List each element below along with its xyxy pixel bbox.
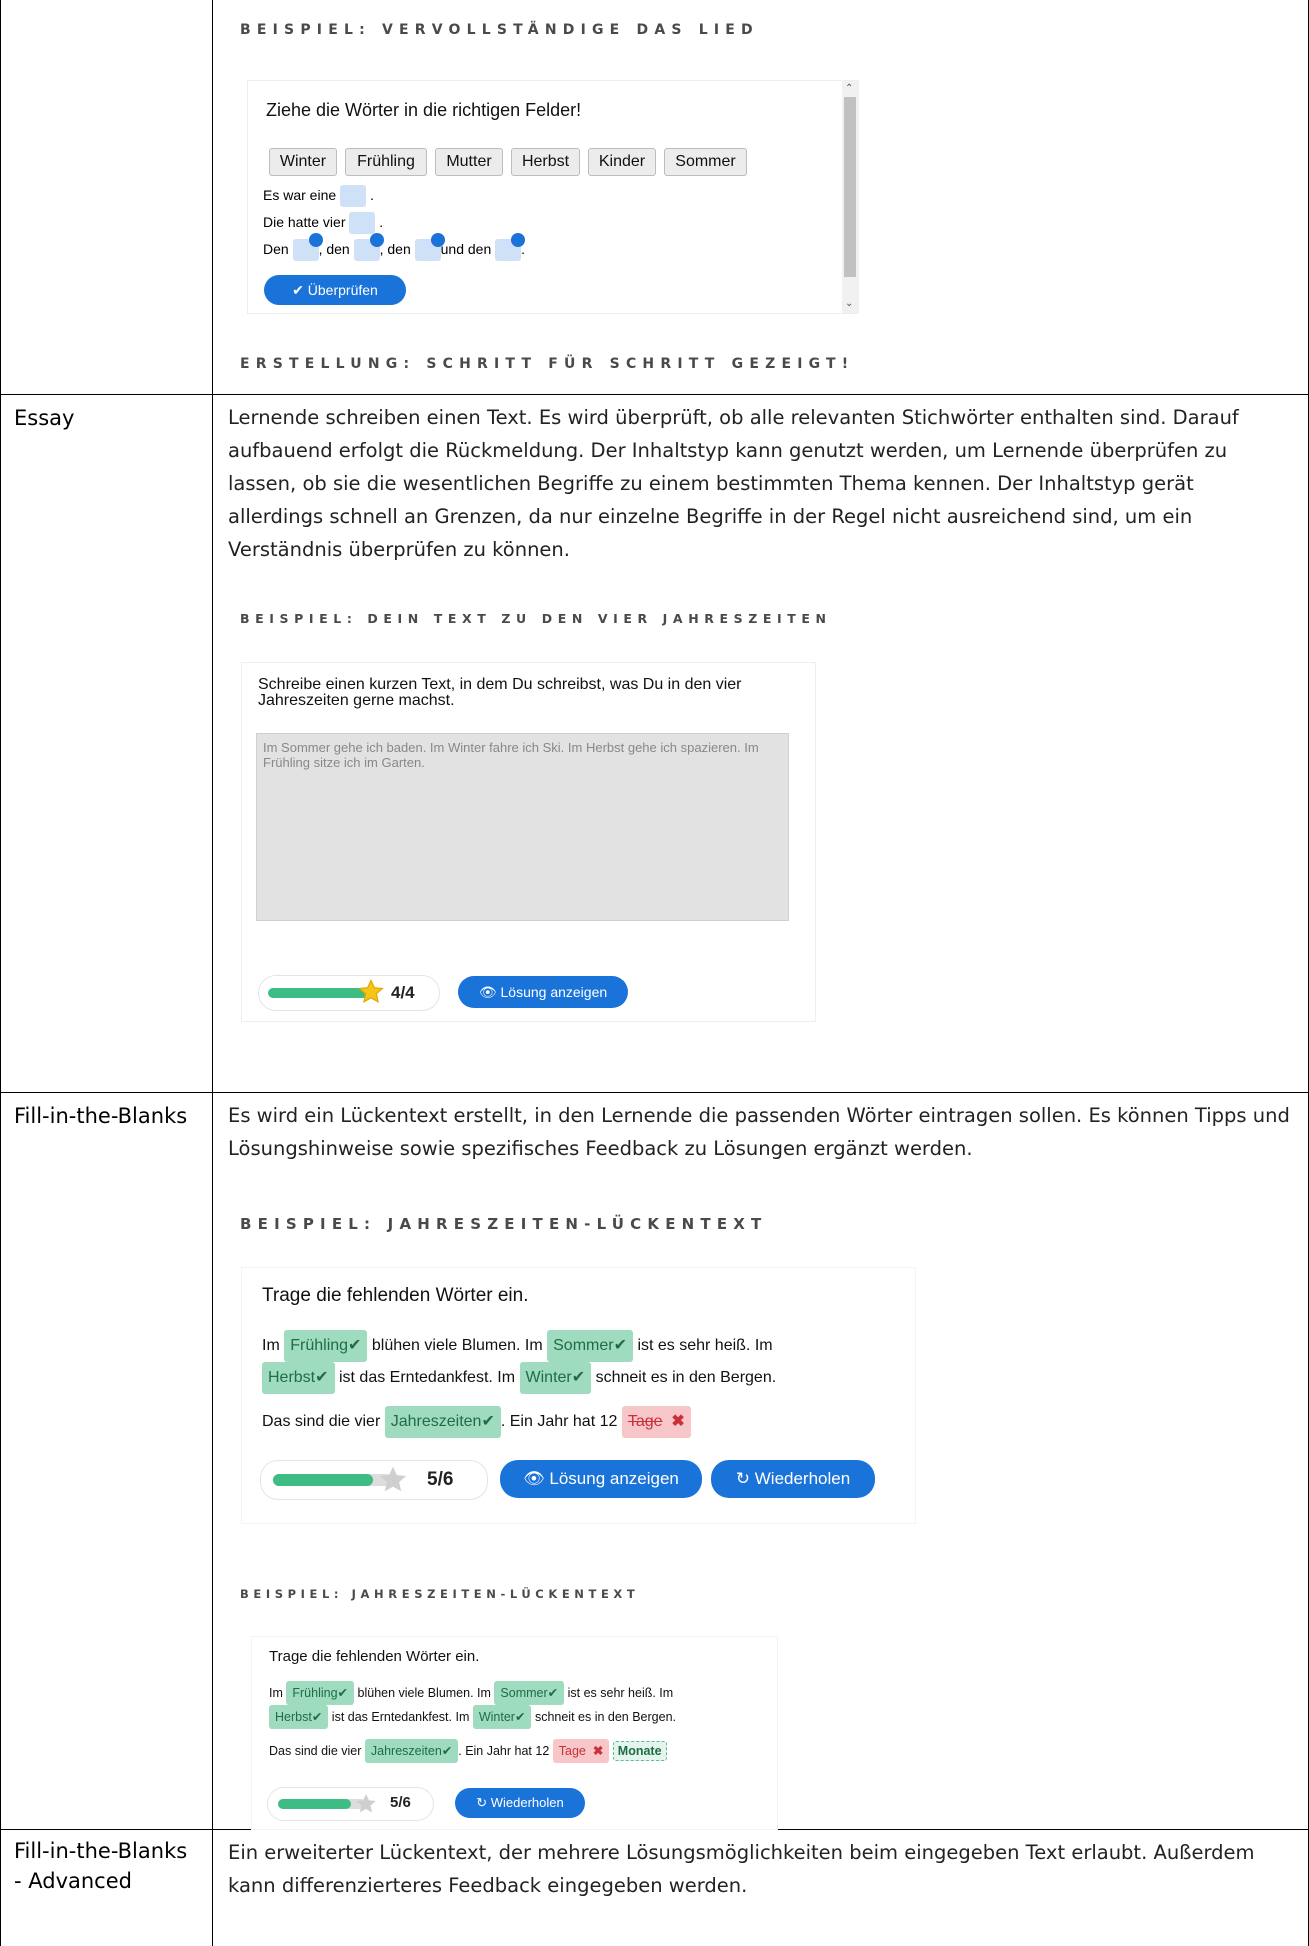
word-chip[interactable]: Kinder <box>588 148 656 176</box>
caption: BEISPIEL: JAHRESZEITEN-LÜCKENTEXT <box>240 1587 640 1601</box>
blank-correct[interactable]: Jahreszeiten✔ <box>364 1739 459 1763</box>
row-divider <box>0 1092 1309 1093</box>
check-icon: ✔ <box>613 1337 627 1354</box>
star-icon <box>358 978 384 1003</box>
eye-icon: 👁 <box>523 1469 550 1488</box>
check-icon: ✔ <box>311 1710 323 1724</box>
song-line: Den , den , den und den . <box>263 233 526 262</box>
redo-icon: ↻ <box>476 1795 491 1810</box>
blank-correct[interactable]: Sommer✔ <box>547 1330 633 1362</box>
check-icon: ✔ <box>571 1369 586 1386</box>
row-label: Fill-in-the-Blanks <box>14 1104 188 1128</box>
blank-correct[interactable]: Frühling✔ <box>284 1330 368 1362</box>
cross-icon: ✖ <box>671 1413 685 1430</box>
eye-icon: 👁 <box>478 984 501 1000</box>
info-icon[interactable] <box>369 233 384 248</box>
row-description: Ein erweiterter Lückentext, der mehrere … <box>228 1841 1255 1897</box>
fill-blanks-widget: Trage die fehlenden Wörter ein. Im Frühl… <box>241 1267 916 1524</box>
task-instruction: Schreibe einen kurzen Text, in dem Du sc… <box>258 676 742 709</box>
redo-icon: ↻ <box>735 1469 755 1488</box>
retry-button[interactable]: ↻ Wiederholen <box>711 1460 875 1498</box>
drop-zone[interactable] <box>353 233 384 262</box>
word-chip[interactable]: Herbst <box>511 148 580 176</box>
info-icon[interactable] <box>308 233 323 248</box>
score-bar: 5/6 <box>267 1787 434 1821</box>
blank-correct[interactable]: Frühling✔ <box>286 1681 355 1705</box>
table-border-left <box>0 0 1 1946</box>
blank-correct[interactable]: Sommer✔ <box>494 1681 565 1705</box>
row-label: Fill-in-the-Blanks - Advanced <box>14 1839 188 1893</box>
blank-correct[interactable]: Jahreszeiten✔ <box>384 1406 501 1438</box>
word-chip[interactable]: Frühling <box>345 148 427 176</box>
show-solution-button[interactable]: 👁 Lösung anzeigen <box>500 1460 702 1498</box>
task-instruction: Trage die fehlenden Wörter ein. <box>262 1285 529 1306</box>
show-solution-button[interactable]: 👁 Lösung anzeigen <box>458 976 628 1008</box>
check-icon: ✔ <box>348 1337 362 1354</box>
song-line: Es war eine . <box>263 182 374 208</box>
check-icon: ✔ <box>514 1710 526 1724</box>
progress-bar-fill <box>273 1474 373 1486</box>
caption: BEISPIEL: JAHRESZEITEN-LÜCKENTEXT <box>240 1215 768 1233</box>
star-icon <box>379 1466 407 1492</box>
caption: BEISPIEL: VERVOLLSTÄNDIGE DAS LIED <box>240 22 759 38</box>
task-instruction: Ziehe die Wörter in die richtigen Felder… <box>266 100 582 120</box>
cloze-text: Im Frühling✔ blühen viele Blumen. Im Som… <box>262 1330 902 1438</box>
song-line: Die hatte vier . <box>263 209 383 235</box>
row-label: Essay <box>14 406 75 430</box>
cloze-text: Im Frühling✔ blühen viele Blumen. Im Som… <box>269 1681 769 1763</box>
row-description: Lernende schreiben einen Text. Es wird ü… <box>228 406 1239 561</box>
score-value: 5/6 <box>427 1469 454 1490</box>
scrollbar[interactable]: ⌃ ⌄ <box>842 81 858 313</box>
check-icon: ✔ <box>547 1686 559 1700</box>
document-table: BEISPIEL: VERVOLLSTÄNDIGE DAS LIED Ziehe… <box>0 0 1309 1946</box>
drop-zone[interactable] <box>340 185 367 208</box>
drop-zone[interactable] <box>495 233 526 262</box>
check-icon: ✔ <box>315 1369 329 1386</box>
word-chip[interactable]: Mutter <box>435 148 503 176</box>
word-chip[interactable]: Sommer <box>664 148 747 176</box>
check-circle-icon: ✔ <box>292 282 308 298</box>
task-instruction: Trage die fehlenden Wörter ein. <box>269 1648 480 1665</box>
row-divider <box>0 394 1309 395</box>
score-bar: 5/6 <box>260 1460 488 1500</box>
correct-solution: Monate <box>612 1741 667 1761</box>
check-button[interactable]: ✔ Überprüfen <box>264 275 406 305</box>
scroll-up-arrow-icon[interactable]: ⌃ <box>845 83 853 94</box>
check-icon: ✔ <box>481 1413 495 1430</box>
info-icon[interactable] <box>430 233 445 248</box>
check-icon: ✔ <box>337 1686 349 1700</box>
blank-correct[interactable]: Herbst✔ <box>269 1705 329 1729</box>
scrollbar-thumb[interactable] <box>844 97 856 277</box>
drag-words-widget: Ziehe die Wörter in die richtigen Felder… <box>247 80 859 314</box>
word-chip[interactable]: Winter <box>269 148 337 176</box>
blank-wrong[interactable]: Tage ✖ <box>552 1739 610 1763</box>
cross-icon: ✖ <box>592 1744 604 1758</box>
table-divider <box>212 0 213 1946</box>
scroll-down-arrow-icon[interactable]: ⌄ <box>845 298 853 309</box>
progress-bar-fill <box>268 988 368 998</box>
score-bar: 4/4 <box>258 975 440 1011</box>
blank-correct[interactable]: Winter✔ <box>472 1705 532 1729</box>
fill-blanks-widget: Trage die fehlenden Wörter ein. Im Frühl… <box>251 1636 778 1830</box>
score-value: 4/4 <box>391 983 415 1002</box>
drop-zone[interactable] <box>414 233 445 262</box>
check-icon: ✔ <box>441 1744 453 1758</box>
progress-bar-fill <box>278 1799 351 1809</box>
blank-correct[interactable]: Herbst✔ <box>262 1362 335 1394</box>
drop-zone[interactable] <box>292 233 323 262</box>
retry-button[interactable]: ↻ Wiederholen <box>455 1788 585 1818</box>
essay-widget: Schreibe einen kurzen Text, in dem Du sc… <box>241 662 816 1022</box>
caption: BEISPIEL: DEIN TEXT ZU DEN VIER JAHRESZE… <box>240 611 832 626</box>
caption: ERSTELLUNG: SCHRITT FÜR SCHRITT GEZEIGT! <box>240 356 855 372</box>
row-description: Es wird ein Lückentext erstellt, in den … <box>228 1104 1290 1160</box>
essay-textarea[interactable]: Im Sommer gehe ich baden. Im Winter fahr… <box>256 733 789 921</box>
star-icon <box>356 1794 376 1813</box>
blank-correct[interactable]: Winter✔ <box>519 1362 592 1394</box>
blank-wrong[interactable]: Tage ✖ <box>621 1406 691 1438</box>
score-value: 5/6 <box>390 1794 411 1811</box>
drop-zone[interactable] <box>349 212 376 235</box>
